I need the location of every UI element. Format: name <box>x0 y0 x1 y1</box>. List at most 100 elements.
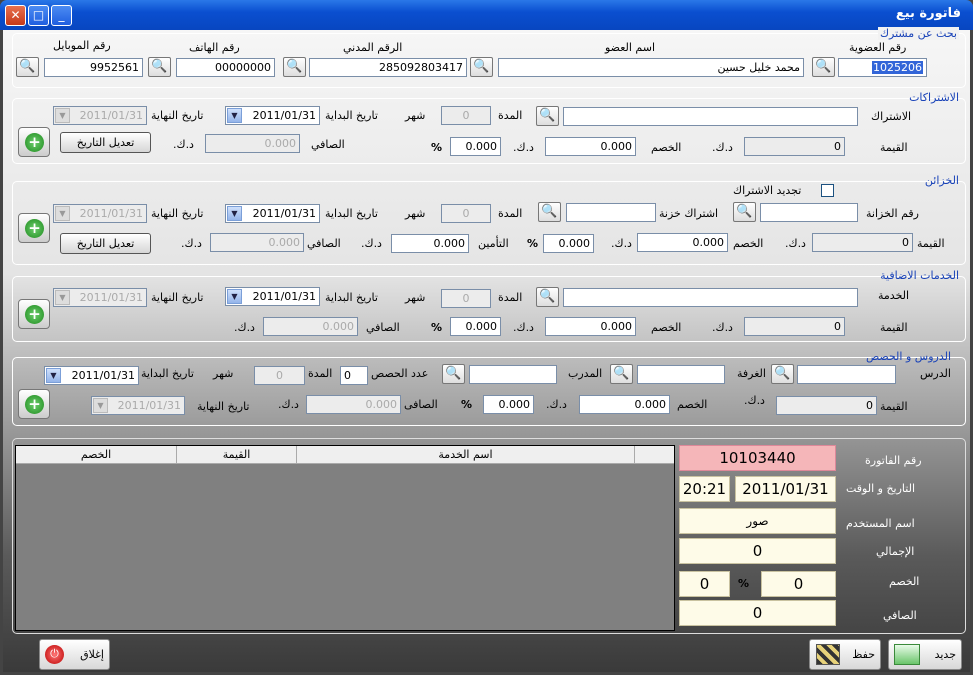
start-date-picker[interactable]: ▼ 2011/01/31 <box>44 366 139 385</box>
trainer-input[interactable] <box>469 365 557 384</box>
percent-label: % <box>431 321 443 334</box>
discount-input[interactable]: 0.000 <box>545 137 636 156</box>
search-member-title: بحث عن مشترك <box>877 27 959 40</box>
phone-input[interactable]: 00000000 <box>176 58 275 77</box>
sessions-input[interactable]: 0 <box>340 366 368 385</box>
chevron-down-icon: ▼ <box>93 398 108 413</box>
member-name-input[interactable]: محمد خليل حسين <box>498 58 804 77</box>
civil-id-label: الرقم المدني <box>343 41 403 54</box>
percent-label: % <box>461 398 473 411</box>
kd-label: د.ك. <box>546 398 567 411</box>
title-bar: ✕ □ _ فاتورة بيع <box>0 0 973 30</box>
add-subscription-button[interactable]: + <box>18 127 50 157</box>
net-input: 0.000 <box>306 395 401 414</box>
search-icon[interactable]: 🔍 <box>733 202 756 222</box>
datetime-label: التاريخ و الوقت <box>846 482 916 495</box>
search-icon[interactable]: 🔍 <box>610 364 633 384</box>
mobile-input[interactable]: 9952561 <box>44 58 143 77</box>
discount-input[interactable]: 0.000 <box>637 233 728 252</box>
extra-services-title: الخدمات الاضافية <box>880 269 959 282</box>
room-input[interactable] <box>637 365 725 384</box>
chevron-down-icon[interactable]: ▼ <box>46 368 61 383</box>
service-input[interactable] <box>563 288 858 307</box>
maximize-window-button[interactable]: □ <box>28 5 49 26</box>
member-no-input[interactable]: 1025206 <box>838 58 927 77</box>
phone-label: رقم الهاتف <box>189 41 240 54</box>
add-lesson-button[interactable]: + <box>18 389 50 419</box>
chevron-down-icon[interactable]: ▼ <box>227 206 242 221</box>
insurance-input[interactable]: 0.000 <box>391 234 469 253</box>
discount-pct-input[interactable]: 0.000 <box>450 317 501 336</box>
chevron-down-icon: ▼ <box>55 206 70 221</box>
search-icon[interactable]: 🔍 <box>771 364 794 384</box>
civil-id-input[interactable]: 285092803417 <box>309 58 467 77</box>
start-date-picker[interactable]: ▼ 2011/01/31 <box>225 204 320 223</box>
lessons-title: الدروس و الحصص <box>865 350 951 363</box>
percent-label: % <box>738 577 750 590</box>
duration-label: المدة <box>498 207 523 220</box>
value-label: القيمة <box>880 141 908 154</box>
grid-column-discount[interactable]: الخصم <box>16 446 176 464</box>
power-icon: ⏻ <box>45 645 64 664</box>
discount-label: الخصم <box>733 237 764 250</box>
close-window-button[interactable]: ✕ <box>5 5 26 26</box>
add-service-button[interactable]: + <box>18 299 50 329</box>
start-date-picker[interactable]: ▼ 2011/01/31 <box>225 287 320 306</box>
new-button-label: جديد <box>934 648 956 661</box>
start-date-picker[interactable]: ▼ 2011/01/31 <box>225 106 320 125</box>
kd-label: د.ك. <box>785 237 806 250</box>
kd-label: د.ك. <box>712 141 733 154</box>
renew-subscription-checkbox[interactable] <box>821 184 834 197</box>
minimize-window-button[interactable]: _ <box>51 5 72 26</box>
search-icon[interactable]: 🔍 <box>16 57 39 77</box>
chevron-down-icon[interactable]: ▼ <box>227 108 242 123</box>
value-input: 0 <box>812 233 913 252</box>
total-label: الإجمالي <box>876 545 915 558</box>
services-grid[interactable]: الخصم القيمة اسم الخدمة <box>15 445 675 631</box>
search-icon[interactable]: 🔍 <box>470 57 493 77</box>
kd-label: د.ك. <box>744 394 765 407</box>
edit-date-button[interactable]: تعديل التاريخ <box>60 132 151 153</box>
search-icon[interactable]: 🔍 <box>283 57 306 77</box>
start-date-label: تاريخ البداية <box>325 291 378 304</box>
end-date-picker: ▼ 2011/01/31 <box>53 106 147 125</box>
discount-label: الخصم <box>651 321 682 334</box>
locker-no-input[interactable] <box>760 203 858 222</box>
locker-sub-input[interactable] <box>566 203 656 222</box>
net-total-label: الصافي <box>883 609 917 622</box>
search-icon[interactable]: 🔍 <box>538 202 561 222</box>
duration-input: 0 <box>441 289 491 308</box>
month-label: شهر <box>213 367 234 380</box>
lesson-input[interactable] <box>797 365 896 384</box>
new-button[interactable]: جديد <box>888 639 962 670</box>
discount-pct-input[interactable]: 0.000 <box>450 137 501 156</box>
discount-input[interactable]: 0.000 <box>545 317 636 336</box>
grid-column-blank <box>634 446 674 464</box>
discount-pct-total-value: 0 <box>679 571 730 597</box>
grid-column-service-name[interactable]: اسم الخدمة <box>296 446 634 464</box>
close-button[interactable]: ⏻ إغلاق <box>39 639 110 670</box>
search-icon[interactable]: 🔍 <box>148 57 171 77</box>
net-label: الصافي <box>311 138 345 151</box>
add-locker-button[interactable]: + <box>18 213 50 243</box>
subscription-input[interactable] <box>563 107 858 126</box>
chevron-down-icon[interactable]: ▼ <box>227 289 242 304</box>
save-icon <box>816 644 840 665</box>
value-input: 0 <box>744 137 845 156</box>
search-icon[interactable]: 🔍 <box>536 106 559 126</box>
value-input: 0 <box>776 396 877 415</box>
close-button-label: إغلاق <box>80 648 104 661</box>
month-label: شهر <box>405 291 426 304</box>
search-icon[interactable]: 🔍 <box>442 364 465 384</box>
duration-input: 0 <box>441 106 491 125</box>
search-icon[interactable]: 🔍 <box>812 57 835 77</box>
grid-header: الخصم القيمة اسم الخدمة <box>16 446 674 464</box>
edit-date-button[interactable]: تعديل التاريخ <box>60 233 151 254</box>
discount-pct-input[interactable]: 0.000 <box>483 395 534 414</box>
save-button[interactable]: حفظ <box>809 639 881 670</box>
search-icon[interactable]: 🔍 <box>536 287 559 307</box>
grid-column-value[interactable]: القيمة <box>176 446 296 464</box>
discount-pct-input[interactable]: 0.000 <box>543 234 594 253</box>
discount-input[interactable]: 0.000 <box>579 395 670 414</box>
save-button-label: حفظ <box>852 648 875 661</box>
